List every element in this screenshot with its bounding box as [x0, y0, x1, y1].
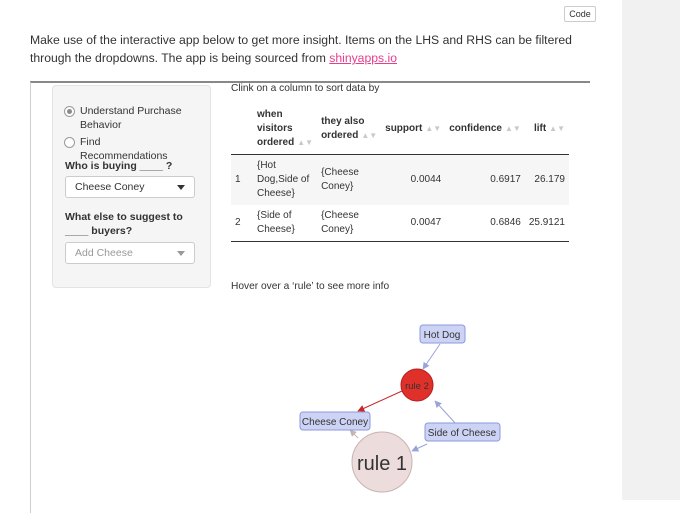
page-right-gutter — [622, 0, 680, 500]
cell-index: 2 — [235, 217, 241, 228]
who-is-buying-select[interactable]: Cheese Coney — [65, 176, 195, 198]
intro-paragraph: Make use of the interactive app below to… — [30, 31, 590, 67]
col-header-lhs[interactable]: when visitors ordered ▲▼ — [253, 104, 317, 155]
code-button[interactable]: Code — [564, 6, 596, 22]
col-header-label: they also ordered — [321, 116, 365, 141]
edge-side-to-rule1 — [411, 443, 428, 452]
table-header-row: when visitors ordered ▲▼ they also ordere… — [231, 104, 569, 155]
radio-button-checked[interactable] — [64, 106, 75, 117]
rule1-label: rule 1 — [357, 453, 407, 475]
hover-hint: Hover over a ‘rule’ to see more info — [231, 281, 390, 292]
col-header-confidence[interactable]: confidence ▲▼ — [445, 104, 525, 155]
sort-icon: ▲▼ — [505, 124, 521, 133]
table-row[interactable]: 2 {Side of Cheese} {Cheese Coney} 0.0047… — [231, 205, 569, 242]
hot-dog-label: Hot Dog — [424, 330, 461, 341]
sort-icon: ▲▼ — [549, 124, 565, 133]
cell-lhs: {Hot Dog,Side of Cheese} — [257, 160, 310, 199]
sort-icon: ▲▼ — [361, 131, 378, 140]
intro-text: Make use of the interactive app below to… — [30, 33, 572, 65]
col-header-rhs[interactable]: they also ordered ▲▼ — [317, 104, 381, 155]
cell-confidence: 0.6917 — [490, 174, 521, 185]
sort-icon: ▲▼ — [425, 124, 442, 133]
suggest-select[interactable]: Add Cheese — [65, 242, 195, 264]
rules-table: when visitors ordered ▲▼ they also ordere… — [231, 104, 569, 242]
chevron-down-icon — [177, 185, 185, 190]
col-header-label: lift — [533, 123, 547, 134]
cell-lift: 26.179 — [534, 174, 565, 185]
radio-understand-behavior[interactable]: Understand Purchase Behavior — [64, 104, 190, 132]
col-header-lift[interactable]: lift ▲▼ — [525, 104, 569, 155]
suggest-placeholder: Add Cheese — [75, 247, 133, 259]
col-header-label: when visitors ordered — [257, 109, 295, 148]
rules-network-graph: rule 1 rule 2 Hot Dog Cheese Coney Side … — [299, 324, 501, 493]
table-caption: Clink on a column to sort data by — [231, 83, 380, 94]
edge-rule2-to-cheese-coney — [357, 390, 403, 412]
chevron-down-icon — [177, 251, 185, 256]
cell-confidence: 0.6846 — [490, 217, 521, 228]
cell-support: 0.0047 — [410, 217, 442, 228]
cell-support: 0.0044 — [410, 174, 442, 185]
cell-lift: 25.9121 — [528, 217, 565, 228]
cell-rhs: {Cheese Coney} — [321, 210, 359, 235]
col-header-label: support — [385, 123, 423, 134]
edge-hotdog-to-rule2 — [422, 343, 441, 370]
shinyapps-link[interactable]: shinyapps.io — [329, 51, 397, 65]
edge-side-to-rule2 — [434, 400, 457, 425]
col-header-support[interactable]: support ▲▼ — [381, 104, 445, 155]
col-header-index[interactable] — [231, 104, 253, 155]
cheese-coney-label: Cheese Coney — [302, 417, 368, 428]
cell-index: 1 — [235, 174, 241, 185]
col-header-label: confidence — [449, 123, 502, 134]
cell-lhs: {Side of Cheese} — [257, 210, 295, 235]
who-is-buying-label: Who is buying ____ ? — [65, 160, 173, 172]
who-is-buying-value: Cheese Coney — [75, 181, 145, 193]
table-row[interactable]: 1 {Hot Dog,Side of Cheese} {Cheese Coney… — [231, 154, 569, 205]
edge-rule1-to-cheese-coney — [349, 429, 359, 439]
radio-label: Understand Purchase Behavior — [80, 105, 182, 131]
rule2-label: rule 2 — [405, 381, 429, 392]
radio-button-unchecked[interactable] — [64, 137, 75, 148]
sort-icon: ▲▼ — [297, 138, 314, 147]
cell-rhs: {Cheese Coney} — [321, 167, 359, 192]
suggest-label: What else to suggest to ____ buyers? — [65, 211, 183, 237]
side-of-cheese-label: Side of Cheese — [428, 428, 497, 439]
